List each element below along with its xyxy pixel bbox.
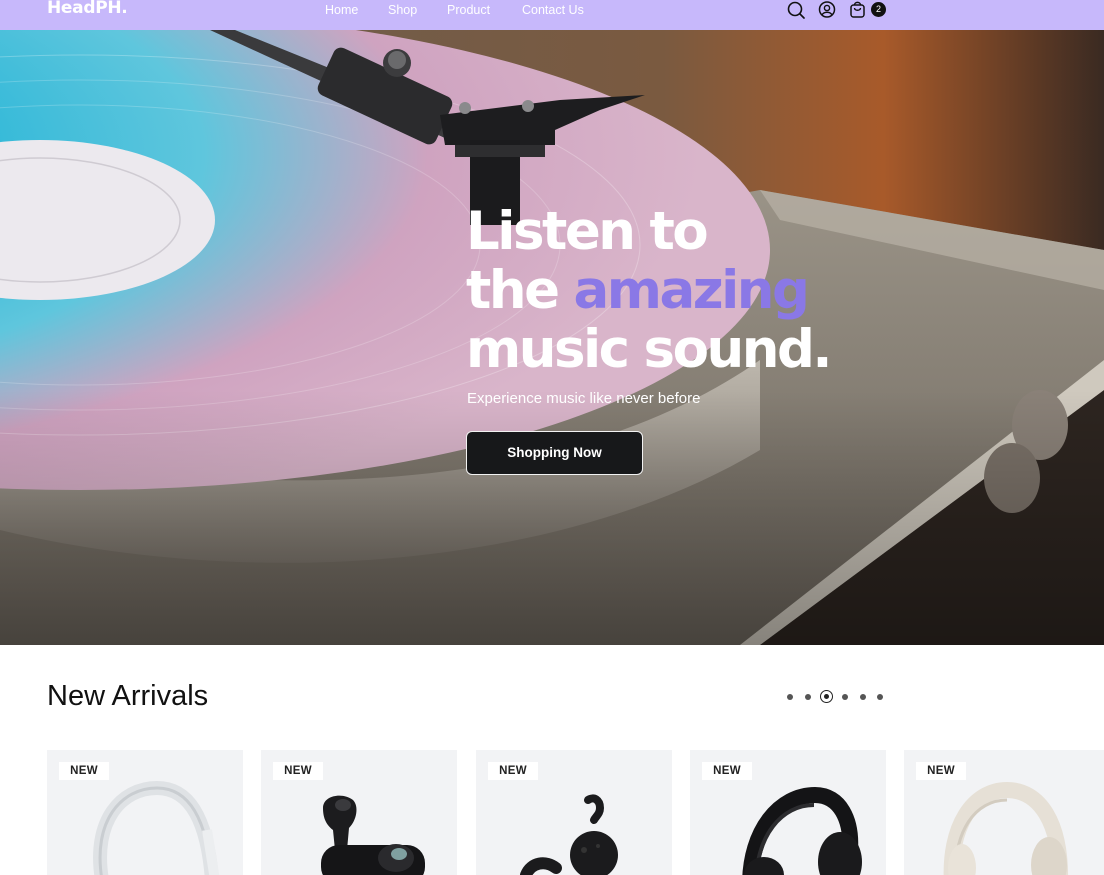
carousel-dot-6[interactable]: [877, 694, 883, 700]
nav-link-product[interactable]: Product: [447, 3, 522, 17]
hero-banner: Listen to the amazing music sound. Exper…: [0, 30, 1104, 645]
hero-title-accent: amazing: [573, 260, 809, 321]
black-earbuds-image: [321, 795, 425, 875]
black-headphones-image: [742, 786, 862, 875]
nav-link-contact[interactable]: Contact Us: [522, 3, 602, 17]
hero-title-line-3: music sound.: [466, 319, 833, 380]
user-icon[interactable]: [817, 0, 837, 20]
nav-link-home[interactable]: Home: [325, 3, 388, 17]
white-headphones-image: [93, 780, 220, 875]
carousel-dot-3[interactable]: [820, 690, 833, 703]
hero-title-line-2a: the: [466, 260, 574, 321]
product-card[interactable]: NEW: [904, 750, 1104, 875]
product-card[interactable]: NEW: [690, 750, 886, 875]
hero-subtitle: Experience music like never before: [467, 390, 701, 407]
shopping-now-button[interactable]: Shopping Now: [466, 431, 643, 475]
black-sport-earbuds-image: [520, 794, 618, 875]
nav-link-shop[interactable]: Shop: [388, 3, 447, 17]
cart-icon[interactable]: [848, 0, 868, 20]
search-icon[interactable]: [786, 0, 806, 20]
new-arrivals-title: New Arrivals: [47, 680, 209, 712]
cream-headphones-image: [943, 781, 1068, 875]
product-card[interactable]: NEW: [47, 750, 243, 875]
brand-logo[interactable]: HeadPH.: [47, 0, 128, 18]
hero-title-line-1: Listen to: [466, 201, 709, 262]
main-menu: Home Shop Product Contact Us: [325, 3, 602, 17]
carousel-dot-4[interactable]: [842, 694, 848, 700]
product-card[interactable]: NEW: [476, 750, 672, 875]
top-navbar: HeadPH. Home Shop Product Contact Us 2: [0, 0, 1104, 30]
product-card[interactable]: NEW: [261, 750, 457, 875]
carousel-dot-5[interactable]: [860, 694, 866, 700]
cart-count-badge: 2: [871, 2, 886, 17]
hero-headline: Listen to the amazing music sound.: [466, 201, 833, 380]
carousel-dot-1[interactable]: [787, 694, 793, 700]
carousel-dot-2[interactable]: [805, 694, 811, 700]
